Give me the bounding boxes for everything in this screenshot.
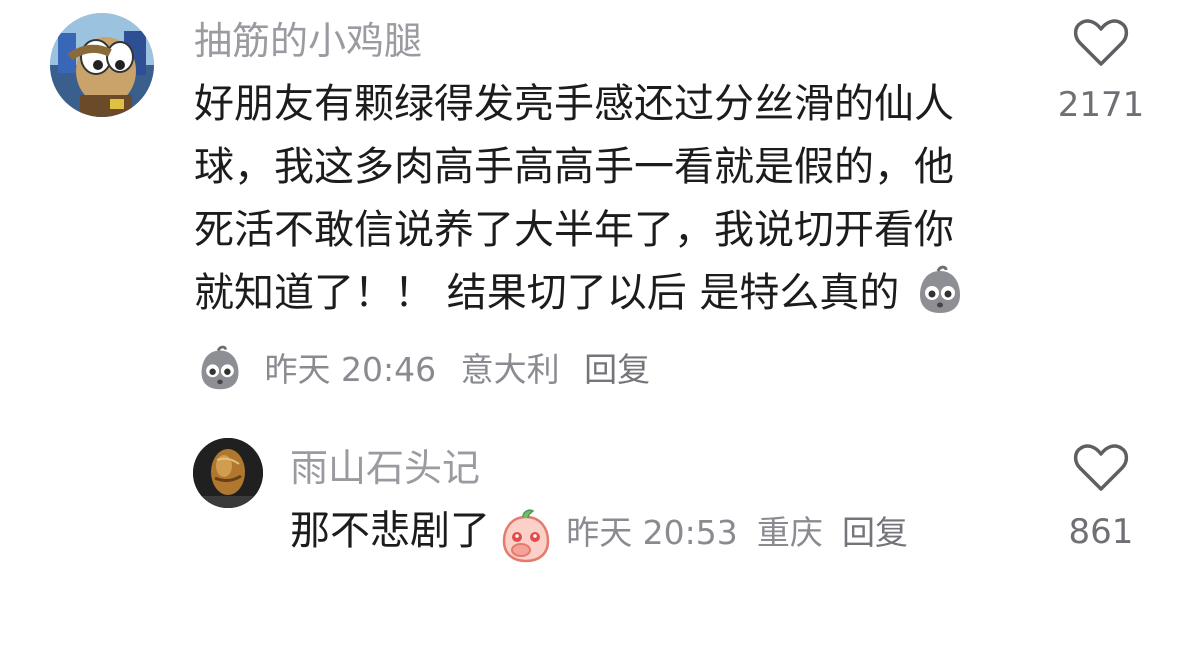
like-count: 2171 <box>1057 85 1145 125</box>
commenter-avatar[interactable] <box>50 13 154 117</box>
worried-face-sticker-icon <box>920 265 961 313</box>
reply-location: 重庆 <box>756 513 823 552</box>
heart-outline-icon <box>1073 444 1129 491</box>
comment-text-line: 死活不敢信说养了大半年了，我说切开看你 <box>194 207 954 253</box>
reply-text: 那不悲剧了 <box>290 508 490 554</box>
comment-location: 意大利 <box>460 350 560 389</box>
comment-body: 好朋友有颗绿得发亮手感还过分丝滑的仙人 球，我这多肉高手高高手一看就是假的，他 … <box>194 73 966 325</box>
comment-meta: 昨天 20:46 意大利 回复 <box>194 345 664 393</box>
stone-avatar-image <box>193 438 263 508</box>
comment-time: 昨天 20:46 <box>264 350 437 389</box>
reply-button[interactable]: 回复 <box>584 350 650 389</box>
commenter-username[interactable]: 抽筋的小鸡腿 <box>194 19 422 63</box>
heart-outline-icon <box>1073 19 1129 66</box>
cartoon-avatar-image <box>50 13 154 117</box>
comment-text-last: 就知道了！！ 结果切了以后 是特么真的 <box>194 270 900 316</box>
comment-text-line: 就知道了！！ 结果切了以后 是特么真的 <box>194 262 966 325</box>
comment-text-line: 好朋友有颗绿得发亮手感还过分丝滑的仙人 <box>194 81 954 127</box>
like-button[interactable] <box>1073 18 1129 72</box>
comment-text-line: 球，我这多肉高手高高手一看就是假的，他 <box>194 144 954 190</box>
worried-face-sticker-icon <box>201 345 239 389</box>
reply-button[interactable]: 回复 <box>842 513 908 552</box>
replier-username[interactable]: 雨山石头记 <box>290 446 480 490</box>
like-count: 861 <box>1068 512 1134 552</box>
reply-body-row: 那不悲剧了 昨天 20:53 重庆 回复 <box>290 503 908 565</box>
replier-avatar[interactable] <box>193 438 263 508</box>
like-button[interactable] <box>1073 443 1129 497</box>
reply-time: 昨天 20:53 <box>566 513 738 552</box>
shy-face-sticker-icon <box>502 509 550 562</box>
